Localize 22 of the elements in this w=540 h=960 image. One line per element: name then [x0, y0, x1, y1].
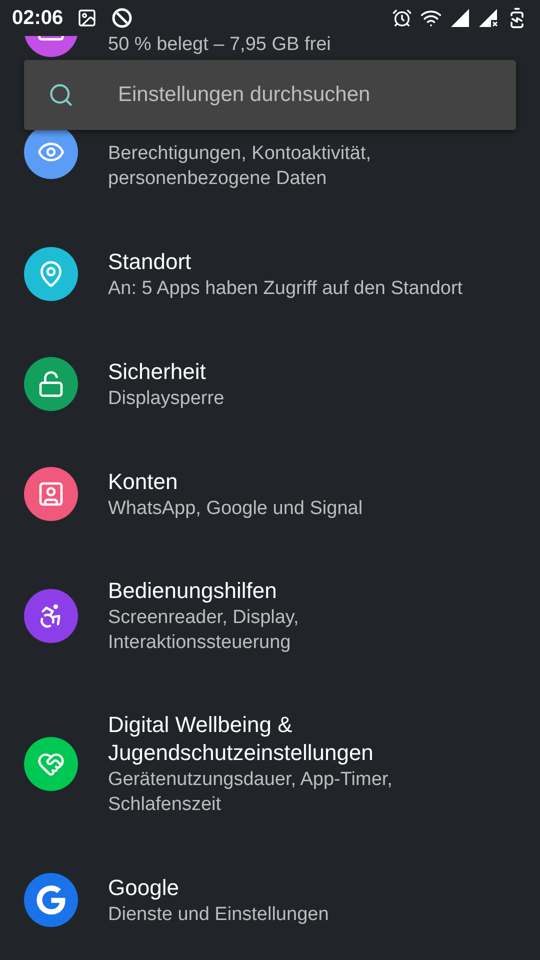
- setting-summary: Screenreader, Display, Interaktionssteuerung: [108, 606, 300, 655]
- setting-title[interactable]: Bedienungshilfen: [108, 577, 508, 605]
- no-signal-icon: [478, 8, 498, 28]
- setting-title[interactable]: Konten: [108, 468, 508, 496]
- setting-title[interactable]: Standort: [108, 248, 508, 276]
- setting-summary: Gerätenutzungsdauer, App-Timer, Schlafenszeit: [108, 768, 394, 817]
- setting-summary: Berechtigungen, Kontoaktivität, personenbezogene Daten: [108, 142, 372, 191]
- setting-title[interactable]: Google: [108, 874, 508, 902]
- search-field[interactable]: Einstellungen durchsuchen: [24, 60, 516, 130]
- setting-summary: Dienste und Einstellungen: [108, 902, 330, 926]
- alarm-icon: [392, 8, 412, 28]
- setting-title[interactable]: Digital Wellbeing & Jugendschutzeinstellungen: [108, 711, 508, 767]
- setting-title[interactable]: Sicherheit: [108, 358, 508, 386]
- signal-icon: [450, 8, 470, 28]
- setting-summary: An: 5 Apps haben Zugriff auf den Standort: [108, 276, 464, 300]
- search-icon: [48, 82, 74, 108]
- blocked-circle-icon: [111, 7, 134, 29]
- clock-time: 02:06: [12, 6, 64, 30]
- setting-summary: 50 % belegt – 7,95 GB frei: [108, 32, 332, 56]
- image-icon: [77, 8, 98, 28]
- setting-summary: Displaysperre: [108, 386, 226, 410]
- setting-summary: WhatsApp, Google und Signal: [108, 496, 364, 520]
